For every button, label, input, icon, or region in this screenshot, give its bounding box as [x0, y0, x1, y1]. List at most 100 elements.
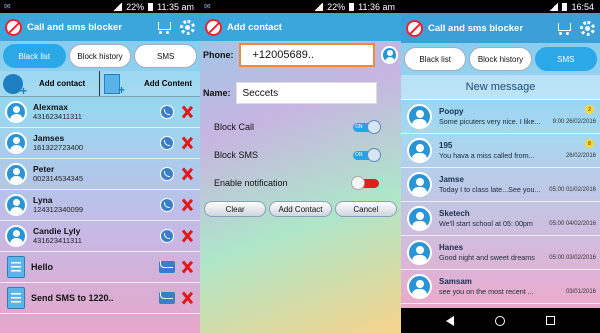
- message-item[interactable]: 195 You hava a miss called from... 8 26/0…: [401, 134, 600, 168]
- message-sender: Hanes: [439, 243, 464, 252]
- list-item[interactable]: Hello: [0, 252, 200, 283]
- home-icon[interactable]: [494, 315, 505, 326]
- delete-icon[interactable]: [180, 260, 194, 274]
- list-item[interactable]: Send SMS to 1220..: [0, 283, 200, 314]
- notification-label: Enable notification: [214, 178, 288, 188]
- avatar-icon: [5, 101, 27, 123]
- status-bar: ✉ 22% 11:36 am: [200, 0, 401, 13]
- avatar-icon: [407, 138, 432, 163]
- avatar-icon: [407, 206, 432, 231]
- battery-percent: 22%: [126, 1, 145, 12]
- cart-icon[interactable]: [156, 20, 172, 34]
- add-contact-submit-button[interactable]: Add Contact: [269, 201, 332, 217]
- message-sender: 195: [439, 141, 453, 150]
- recent-apps-icon[interactable]: [545, 316, 555, 325]
- call-icon[interactable]: [160, 229, 174, 243]
- notification-option: Enable notification: [200, 169, 401, 197]
- tab-bar: Black list Block history SMS: [0, 41, 200, 71]
- contact-number: 431623411311: [33, 111, 82, 121]
- delete-icon[interactable]: [180, 229, 194, 243]
- message-sender: Poopy: [439, 107, 464, 116]
- mail-icon[interactable]: [159, 261, 175, 273]
- block-call-toggle[interactable]: ON: [353, 119, 381, 134]
- clock: 11:36 am: [358, 1, 395, 12]
- block-logo-icon: [406, 19, 423, 37]
- delete-icon[interactable]: [180, 167, 194, 181]
- toggle-knob: [367, 119, 381, 134]
- app-title: Call and sms blocker: [27, 21, 123, 33]
- message-item[interactable]: Samsam see you on the most recent ... 03/…: [401, 270, 600, 304]
- app-bar: Call and sms blocker: [0, 13, 200, 41]
- status-bar: ✉ 22% 11:35 am: [0, 0, 200, 13]
- cart-icon[interactable]: [556, 21, 572, 35]
- name-input[interactable]: Seccets: [235, 82, 377, 104]
- tab-sms[interactable]: SMS: [534, 47, 597, 71]
- add-contact-label: Add contact: [39, 79, 86, 88]
- screen-title: Add contact: [227, 21, 282, 33]
- message-item[interactable]: Hanes Good night and sweet dreams 05:00 0…: [401, 236, 600, 270]
- contact-number: 124312340099: [33, 204, 84, 214]
- battery-icon: [148, 2, 154, 11]
- add-content-label: Add Content: [144, 79, 192, 88]
- mail-icon[interactable]: [159, 292, 175, 304]
- list-item[interactable]: Jamses 161322723400: [0, 128, 200, 159]
- tab-sms[interactable]: SMS: [134, 44, 198, 68]
- list-item[interactable]: Peter 002314534345: [0, 159, 200, 190]
- toggle-knob: [351, 175, 365, 190]
- message-time: 05:00 04/02/2016: [549, 221, 596, 227]
- gear-icon[interactable]: [580, 20, 595, 36]
- contact-picker-icon[interactable]: [380, 46, 398, 64]
- person-add-icon: [3, 73, 27, 98]
- gear-icon[interactable]: [180, 19, 195, 35]
- block-sms-toggle[interactable]: ON: [353, 147, 381, 162]
- message-item[interactable]: Sketech We'll start school at 05: 00pm 05…: [401, 202, 600, 236]
- delete-icon[interactable]: [180, 291, 194, 305]
- clock: 16:54: [571, 1, 594, 12]
- block-call-option: Block Call ON: [200, 113, 401, 141]
- phone-label: Phone:: [203, 50, 234, 60]
- block-logo-icon: [5, 18, 22, 36]
- delete-icon[interactable]: [180, 198, 194, 212]
- battery-icon: [562, 2, 568, 11]
- document-icon: [7, 256, 25, 278]
- delete-icon[interactable]: [180, 136, 194, 150]
- notification-toggle[interactable]: [351, 175, 379, 190]
- tab-block-history[interactable]: Block history: [68, 44, 132, 68]
- name-label: Name:: [203, 88, 231, 98]
- list-item[interactable]: Candie Lyly 431623411311: [0, 221, 200, 252]
- tab-bar: Black list Block history SMS: [401, 43, 600, 75]
- tab-black-list[interactable]: Black list: [3, 44, 66, 68]
- status-bar: 16:54: [401, 0, 600, 13]
- new-message-button[interactable]: New message: [401, 75, 600, 100]
- list-item[interactable]: Lyna 124312340099: [0, 190, 200, 221]
- action-buttons: Clear Add Contact Cancel: [200, 201, 401, 217]
- phone-input[interactable]: +12005689..: [238, 43, 375, 67]
- avatar-icon: [5, 225, 27, 247]
- battery-icon: [349, 2, 355, 11]
- unread-badge: 8: [585, 139, 594, 148]
- call-sms-icon[interactable]: [160, 198, 174, 212]
- unread-badge: 2: [585, 105, 594, 114]
- call-sms-icon[interactable]: [160, 167, 174, 181]
- back-icon[interactable]: [446, 315, 455, 326]
- contact-number: 002314534345: [33, 173, 84, 183]
- call-sms-icon[interactable]: [160, 105, 174, 119]
- message-item[interactable]: Jamse Today I to class late...See you... …: [401, 168, 600, 202]
- block-logo-icon: [205, 18, 222, 36]
- add-contact-button[interactable]: Add contact: [0, 71, 100, 98]
- document-icon: [7, 287, 25, 309]
- tab-block-history[interactable]: Block history: [469, 47, 532, 71]
- signal-icon: [314, 2, 324, 11]
- tab-black-list[interactable]: Black list: [404, 47, 467, 71]
- add-contact-screen: ✉ 22% 11:36 am Add contact Phone: +12005…: [200, 0, 401, 333]
- delete-icon[interactable]: [180, 105, 194, 119]
- cancel-button[interactable]: Cancel: [334, 201, 397, 217]
- content-text: Hello: [31, 261, 54, 272]
- clear-button[interactable]: Clear: [204, 201, 267, 217]
- call-sms-icon[interactable]: [160, 136, 174, 150]
- message-item[interactable]: Poopy Some picuters very nice. I like... …: [401, 100, 600, 134]
- list-item[interactable]: Alexmax 431623411311: [0, 97, 200, 128]
- message-time: 03/01/2016: [565, 289, 596, 295]
- add-content-button[interactable]: Add Content: [100, 71, 200, 97]
- message-time: 05:00 03/02/2016: [549, 255, 596, 261]
